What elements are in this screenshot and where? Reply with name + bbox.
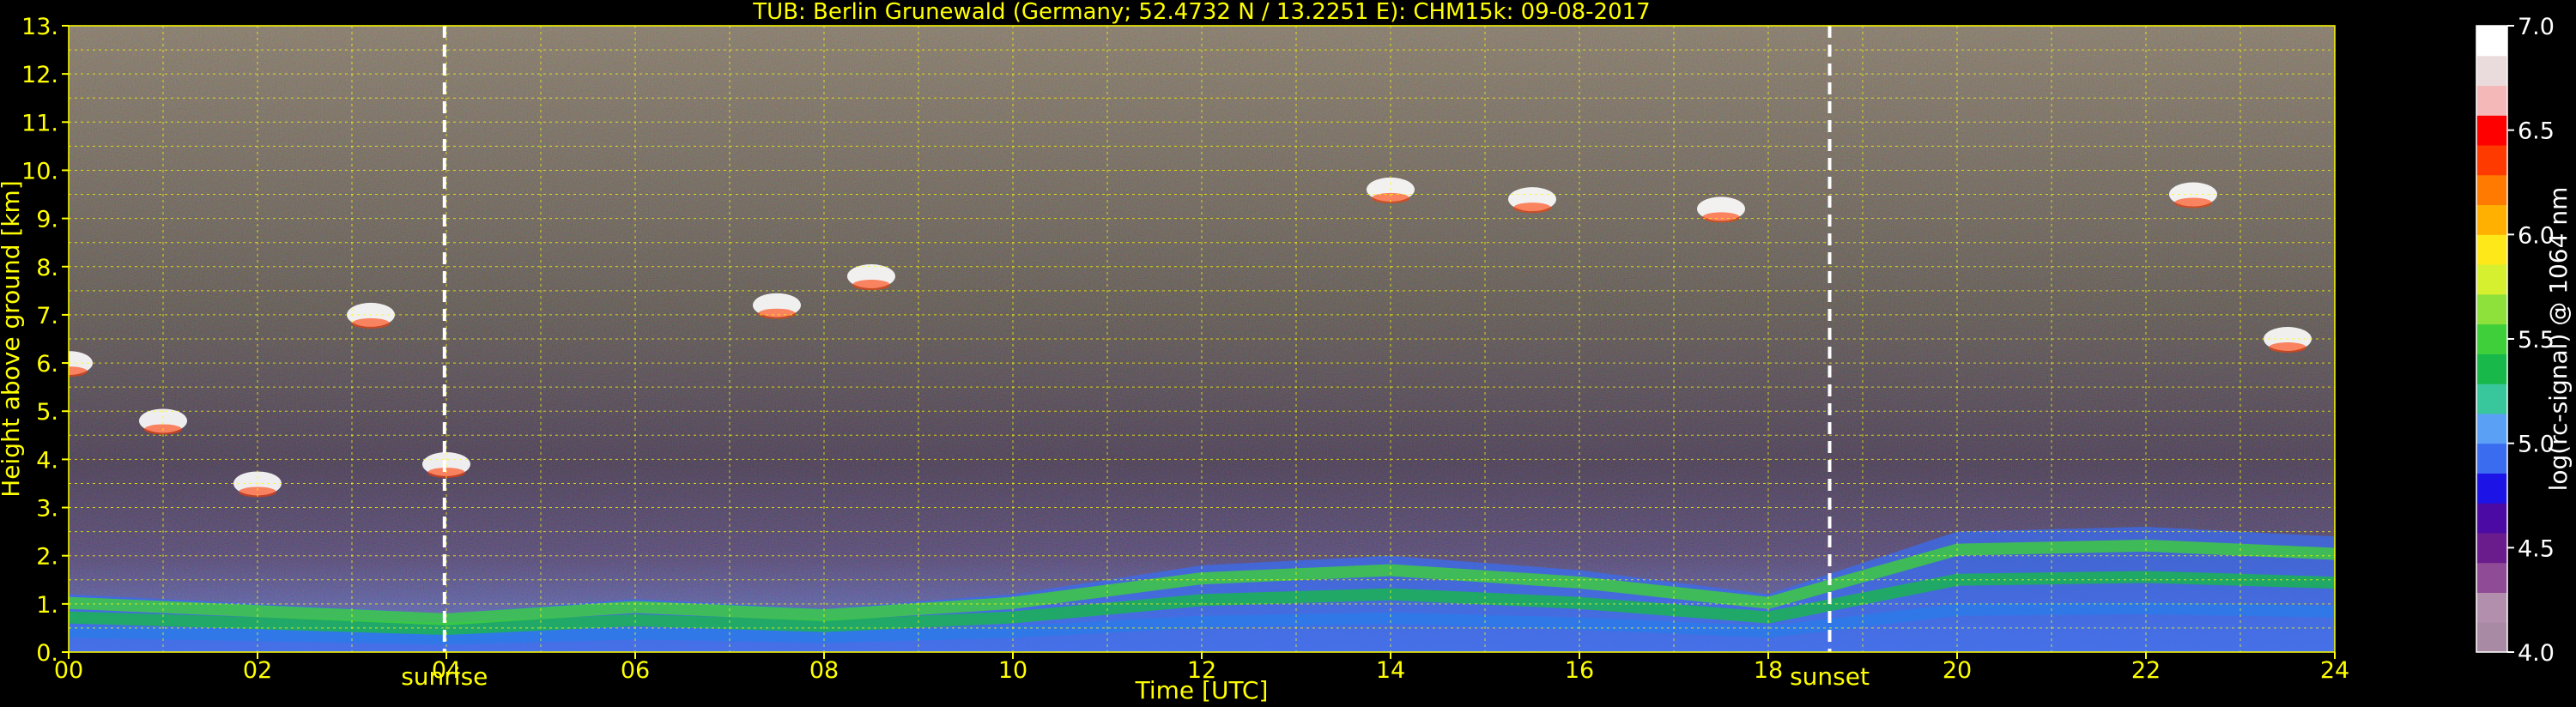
- y-tick-label: 4.: [36, 447, 58, 474]
- y-tick-label: 1.: [36, 592, 58, 619]
- colorbar-segment: [2476, 384, 2507, 414]
- x-tick-label: 02: [243, 657, 272, 684]
- x-tick-label: 08: [809, 657, 839, 684]
- colorbar-tick-label: 4.0: [2518, 640, 2555, 667]
- colorbar-segment: [2476, 323, 2507, 354]
- x-tick-label: 16: [1565, 657, 1594, 684]
- colorbar-label: log(rc-signal) @ 1064 nm: [2544, 187, 2573, 492]
- y-tick-label: 9.: [36, 207, 58, 233]
- colorbar-segment: [2476, 354, 2507, 384]
- cloud-point-edge: [2269, 342, 2306, 353]
- y-tick-label: 0.: [36, 640, 58, 667]
- colorbar-segment: [2476, 592, 2507, 623]
- y-tick-label: 5.: [36, 399, 58, 426]
- y-tick-label: 11.: [21, 110, 58, 136]
- y-ticks: 0. 1. 2. 3. 4. 5. 6. 7. 8. 9. 10. 11. 12. 13.: [21, 14, 69, 667]
- x-tick-label: 04: [432, 657, 461, 684]
- y-tick-label: 10.: [21, 158, 58, 184]
- annotation-label: sunset: [1790, 662, 1870, 691]
- y-axis-label: Height above ground [km]: [0, 180, 25, 498]
- colorbar-segment: [2476, 85, 2507, 116]
- y-tick-label: 2.: [36, 544, 58, 571]
- colorbar-segment: [2476, 622, 2507, 653]
- colorbar-segment: [2476, 204, 2507, 235]
- cloud-point-edge: [1513, 202, 1551, 214]
- colorbar-segment: [2476, 26, 2507, 57]
- y-tick-label: 12.: [21, 62, 58, 88]
- colorbar-segment: [2476, 562, 2507, 593]
- y-tick-label: 7.: [36, 303, 58, 329]
- colorbar-segment: [2476, 55, 2507, 87]
- colorbar-segment: [2476, 413, 2507, 444]
- y-tick-label: 3.: [36, 496, 58, 523]
- colorbar-segment: [2476, 532, 2507, 564]
- x-tick-label: 10: [998, 657, 1027, 684]
- y-tick-label: 6.: [36, 351, 58, 378]
- colorbar-tick-label: 6.5: [2518, 118, 2555, 145]
- colorbar-segment: [2476, 115, 2507, 146]
- x-tick-label: 18: [1754, 657, 1783, 684]
- x-axis-label: Time [UTC]: [1135, 676, 1269, 704]
- colorbar: 4.04.55.05.56.06.57.0: [2476, 14, 2555, 667]
- lidar-chart: sunrise sunset 00 02 04 06 08 10 12 14 16 18 20 22 24…: [0, 0, 2573, 704]
- y-tick-label: 13.: [21, 14, 58, 40]
- colorbar-segment: [2476, 264, 2507, 295]
- colorbar-segment: [2476, 443, 2507, 474]
- cloud-point-edge: [852, 280, 890, 290]
- colorbar-tick-label: 7.0: [2518, 14, 2555, 40]
- colorbar-segment: [2476, 174, 2507, 206]
- colorbar-tick-label: 4.5: [2518, 535, 2555, 562]
- colorbar-segment: [2476, 145, 2507, 176]
- colorbar-segment: [2476, 293, 2507, 325]
- chart-title: TUB: Berlin Grunewald (Germany; 52.4732 …: [752, 0, 1650, 25]
- cloud-point-edge: [352, 317, 390, 329]
- x-tick-label: 24: [2320, 657, 2349, 684]
- cloud-point-edge: [758, 308, 796, 319]
- colorbar-segment: [2476, 503, 2507, 534]
- cloud-point-edge: [2174, 197, 2212, 208]
- cloud-point-edge: [1702, 212, 1740, 223]
- x-tick-label: 14: [1376, 657, 1405, 684]
- x-tick-label: 20: [1943, 657, 1972, 684]
- x-tick-label: 22: [2131, 657, 2161, 684]
- colorbar-segment: [2476, 473, 2507, 504]
- colorbar-segment: [2476, 234, 2507, 265]
- x-tick-label: 06: [621, 657, 650, 684]
- y-tick-label: 8.: [36, 255, 58, 281]
